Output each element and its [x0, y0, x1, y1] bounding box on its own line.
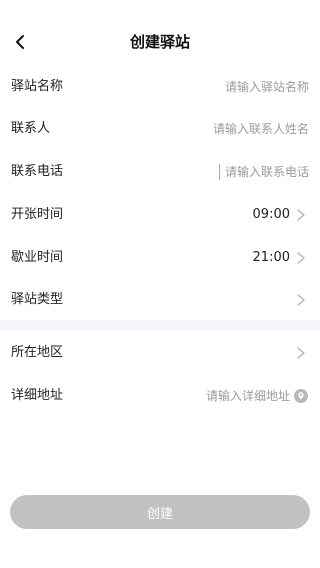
phone-label: 联系电话	[11, 164, 64, 179]
location-pin-icon[interactable]	[294, 389, 308, 403]
form-row-station-type[interactable]: 驿站类型	[0, 279, 320, 321]
form-row-phone: 联系电话	[0, 151, 320, 193]
top-bar: 创建驿站	[0, 22, 320, 62]
address-label: 详细地址	[11, 388, 64, 403]
station-type-label: 驿站类型	[11, 292, 64, 307]
text-cursor	[219, 164, 220, 180]
contact-label: 联系人	[11, 121, 51, 136]
form-row-open-time[interactable]: 开张时间 09:00	[0, 194, 320, 236]
form-row-close-time[interactable]: 歇业时间 21:00	[0, 237, 320, 279]
open-time-value: 09:00	[252, 207, 290, 222]
form-row-region[interactable]: 所在地区	[0, 332, 320, 374]
contact-input[interactable]	[119, 119, 309, 139]
open-time-label: 开张时间	[11, 207, 64, 222]
create-button[interactable]: 创建	[10, 495, 310, 529]
chevron-right-icon	[297, 252, 305, 264]
phone-input[interactable]	[119, 162, 309, 182]
form-row-contact: 联系人	[0, 108, 320, 150]
page-title: 创建驿站	[129, 33, 190, 51]
form-row-address: 详细地址	[0, 375, 320, 417]
station-name-label: 驿站名称	[11, 79, 64, 94]
chevron-right-icon	[297, 209, 305, 221]
close-time-label: 歇业时间	[11, 250, 64, 265]
close-time-value: 21:00	[252, 250, 290, 265]
region-label: 所在地区	[11, 345, 64, 360]
address-input[interactable]	[120, 386, 290, 406]
form-row-station-name: 驿站名称	[0, 66, 320, 108]
station-name-input[interactable]	[119, 77, 309, 97]
chevron-right-icon	[297, 347, 305, 359]
chevron-right-icon	[297, 294, 305, 306]
section-divider	[0, 320, 320, 330]
